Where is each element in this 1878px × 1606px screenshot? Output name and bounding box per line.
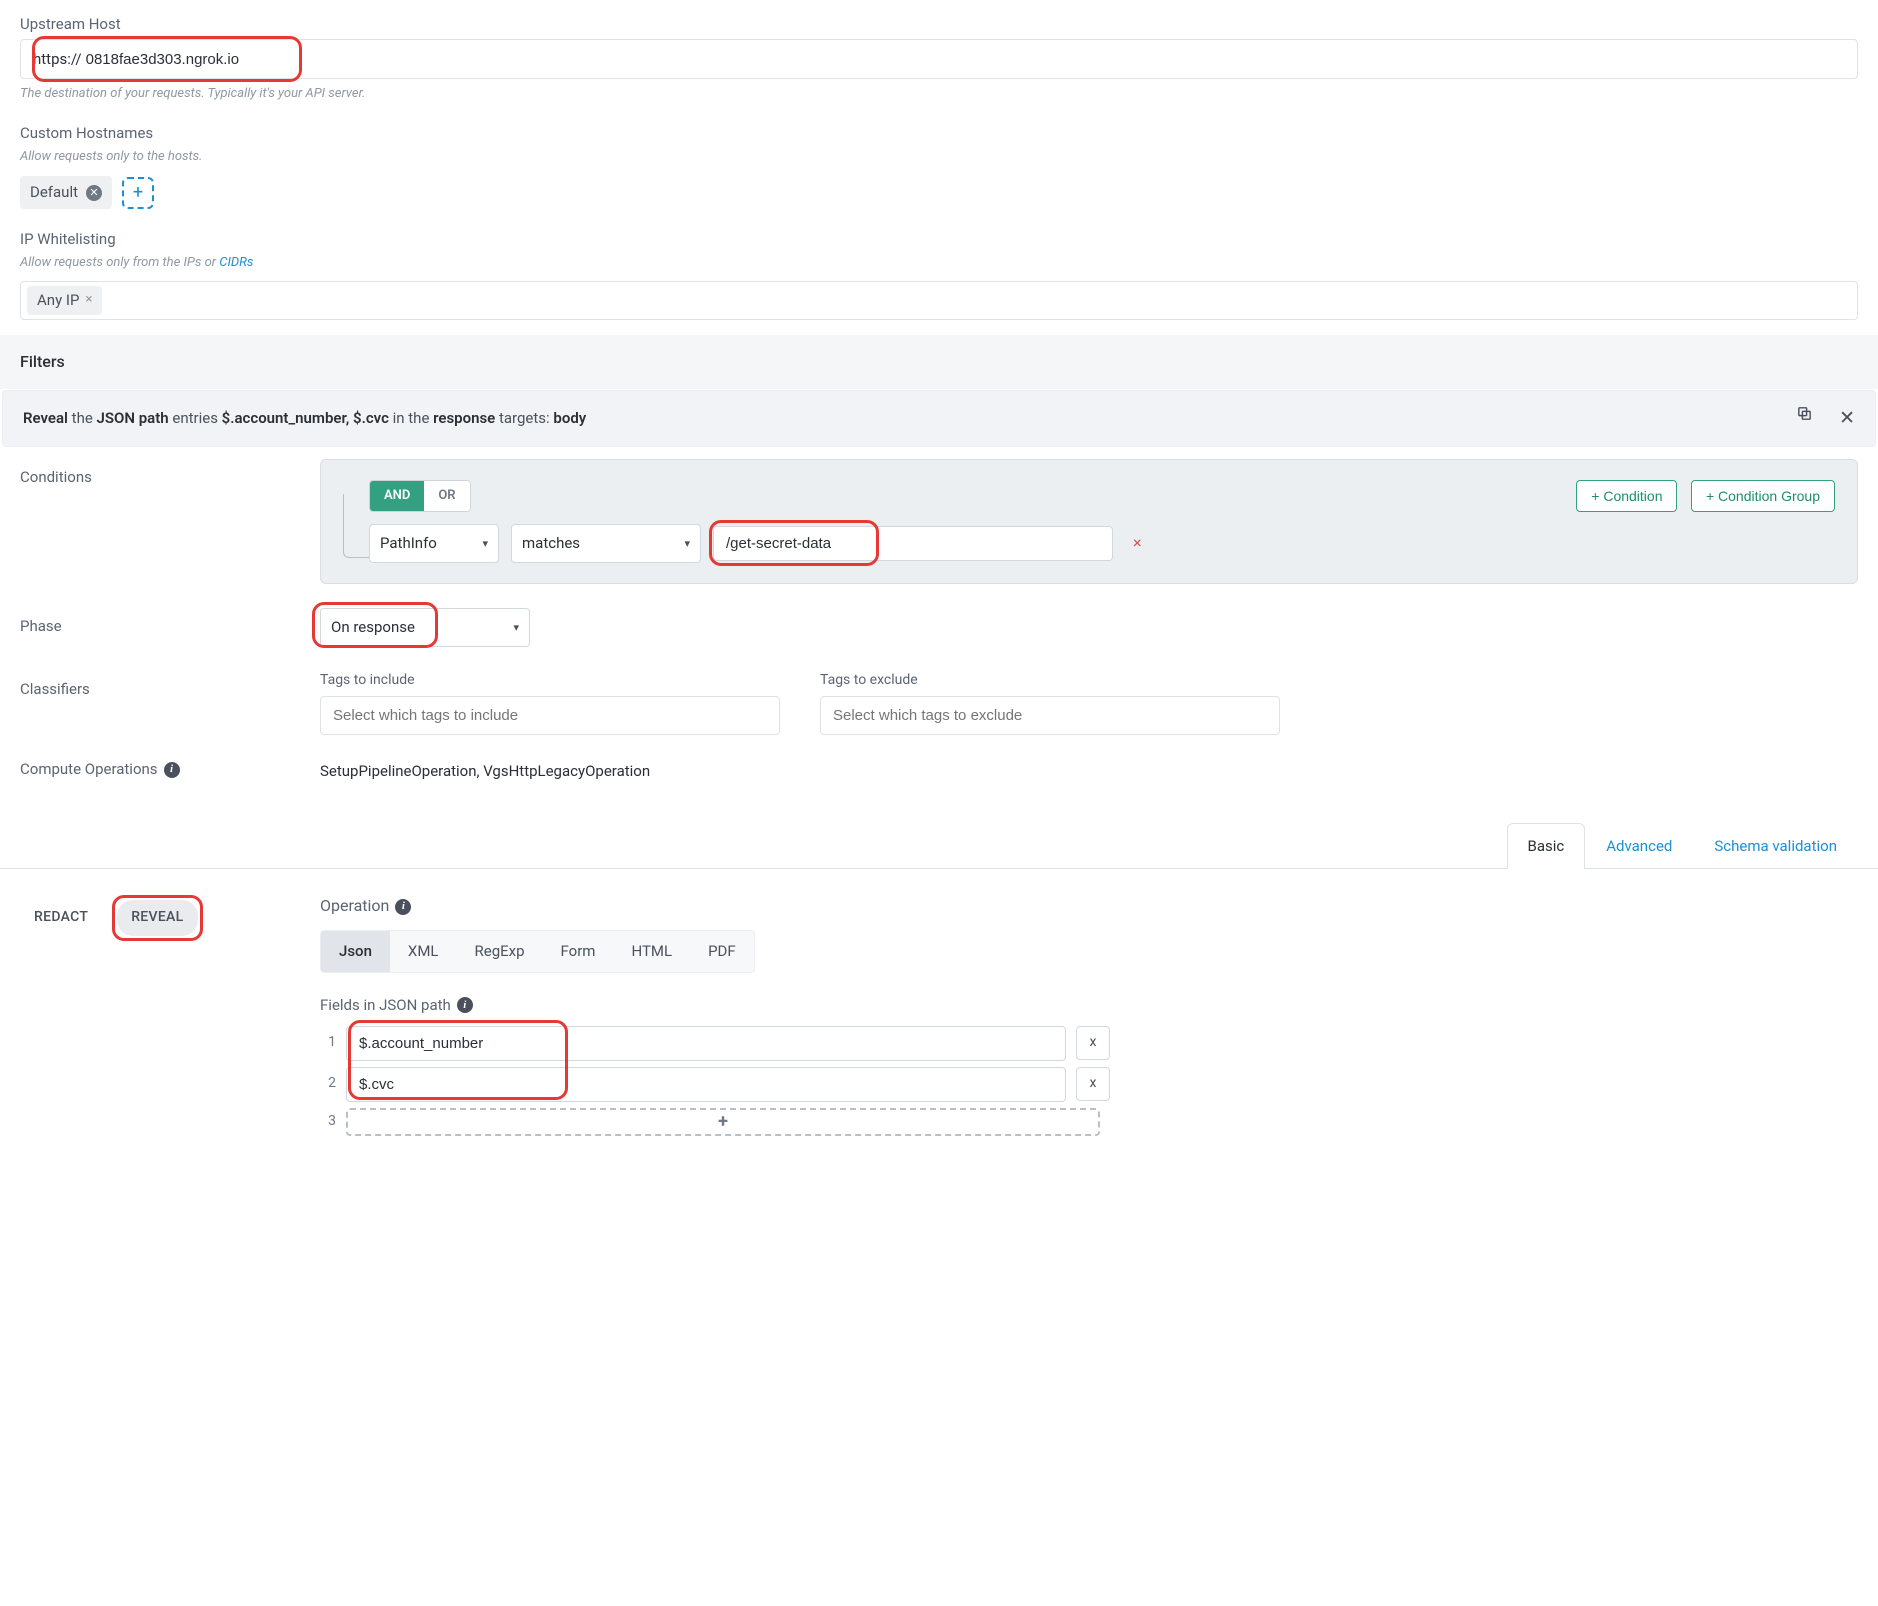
tags-include-input[interactable] — [320, 696, 780, 735]
info-icon[interactable]: i — [164, 762, 180, 778]
filter-summary: Reveal the JSON path entries $.account_n… — [23, 408, 586, 429]
compute-ops-label: Compute Operations i — [20, 759, 320, 780]
format-tabs: Json XML RegExp Form HTML PDF — [320, 930, 755, 973]
custom-hostnames-hint: Allow requests only to the hosts. — [20, 148, 1858, 166]
field-index-2: 2 — [320, 1074, 336, 1094]
add-condition-group-button[interactable]: + Condition Group — [1691, 480, 1835, 512]
ip-whitelist-input[interactable]: Any IP × — [20, 281, 1858, 320]
conditions-box: AND OR + Condition + Condition Group Pat… — [320, 459, 1858, 584]
condition-field-select[interactable]: PathInfo▾ — [369, 524, 499, 563]
add-json-path-field[interactable]: + — [346, 1108, 1100, 1136]
upstream-host-input[interactable] — [82, 43, 1849, 76]
format-tab-html[interactable]: HTML — [613, 931, 690, 972]
tags-exclude-label: Tags to exclude — [820, 671, 1280, 691]
format-tab-json[interactable]: Json — [321, 931, 390, 972]
ip-tag-any[interactable]: Any IP × — [27, 286, 102, 315]
cidr-link[interactable]: CIDRs — [219, 255, 253, 270]
condition-operator-select[interactable]: matches▾ — [511, 524, 701, 563]
or-segment[interactable]: OR — [424, 481, 469, 511]
upstream-host-hint: The destination of your requests. Typica… — [20, 85, 1858, 103]
reveal-button[interactable]: REVEAL — [117, 900, 197, 936]
add-condition-button[interactable]: + Condition — [1576, 480, 1677, 512]
compute-ops-value: SetupPipelineOperation, VgsHttpLegacyOpe… — [320, 759, 1858, 782]
filter-tabs: Basic Advanced Schema validation — [0, 822, 1878, 869]
tab-schema-validation[interactable]: Schema validation — [1693, 823, 1858, 869]
close-icon[interactable]: ✕ — [1839, 405, 1855, 432]
format-tab-regexp[interactable]: RegExp — [457, 931, 543, 972]
tab-basic[interactable]: Basic — [1507, 823, 1586, 869]
phase-select[interactable]: On response▾ — [320, 608, 530, 647]
tags-exclude-input[interactable] — [820, 696, 1280, 735]
format-tab-form[interactable]: Form — [543, 931, 614, 972]
hostname-chip-label: Default — [30, 182, 78, 203]
upstream-host-input-wrap[interactable]: https:// — [20, 39, 1858, 79]
ip-whitelist-hint: Allow requests only from the IPs or CIDR… — [20, 254, 1858, 272]
hostname-chip-remove-icon[interactable]: ✕ — [86, 185, 102, 201]
format-tab-pdf[interactable]: PDF — [690, 931, 754, 972]
delete-field-1[interactable]: x — [1076, 1026, 1110, 1060]
ip-whitelist-label: IP Whitelisting — [20, 229, 1858, 250]
delete-field-2[interactable]: x — [1076, 1067, 1110, 1101]
classifiers-label: Classifiers — [20, 671, 320, 700]
upstream-host-label: Upstream Host — [20, 14, 1858, 35]
condition-value-input[interactable] — [713, 526, 1113, 561]
tags-include-label: Tags to include — [320, 671, 780, 691]
add-hostname-button[interactable]: + — [122, 177, 154, 209]
delete-condition-icon[interactable]: × — [1133, 532, 1142, 554]
condition-tree-line — [343, 494, 369, 558]
tab-advanced[interactable]: Advanced — [1585, 823, 1693, 869]
reveal-highlight: REVEAL — [112, 895, 202, 941]
field-index-1: 1 — [320, 1033, 336, 1053]
fields-json-path-label: Fields in JSON path i — [320, 995, 1858, 1016]
hostname-chip-default[interactable]: Default ✕ — [20, 176, 112, 209]
info-icon[interactable]: i — [395, 899, 411, 915]
copy-icon[interactable] — [1796, 405, 1813, 432]
json-path-field-1[interactable] — [346, 1026, 1066, 1061]
format-tab-xml[interactable]: XML — [390, 931, 457, 972]
info-icon[interactable]: i — [457, 997, 473, 1013]
json-path-field-2[interactable] — [346, 1067, 1066, 1102]
redact-button[interactable]: REDACT — [20, 900, 102, 936]
field-index-3: 3 — [320, 1112, 336, 1132]
and-or-toggle[interactable]: AND OR — [369, 480, 471, 512]
operation-label: Operation i — [320, 895, 1858, 917]
filters-heading: Filters — [0, 334, 1878, 390]
upstream-host-prefix: https:// — [29, 49, 82, 70]
custom-hostnames-label: Custom Hostnames — [20, 123, 1858, 144]
phase-label: Phase — [20, 608, 320, 637]
ip-tag-remove-icon[interactable]: × — [85, 291, 92, 309]
and-segment[interactable]: AND — [370, 481, 424, 511]
ip-tag-label: Any IP — [37, 290, 79, 311]
conditions-label: Conditions — [20, 459, 320, 488]
